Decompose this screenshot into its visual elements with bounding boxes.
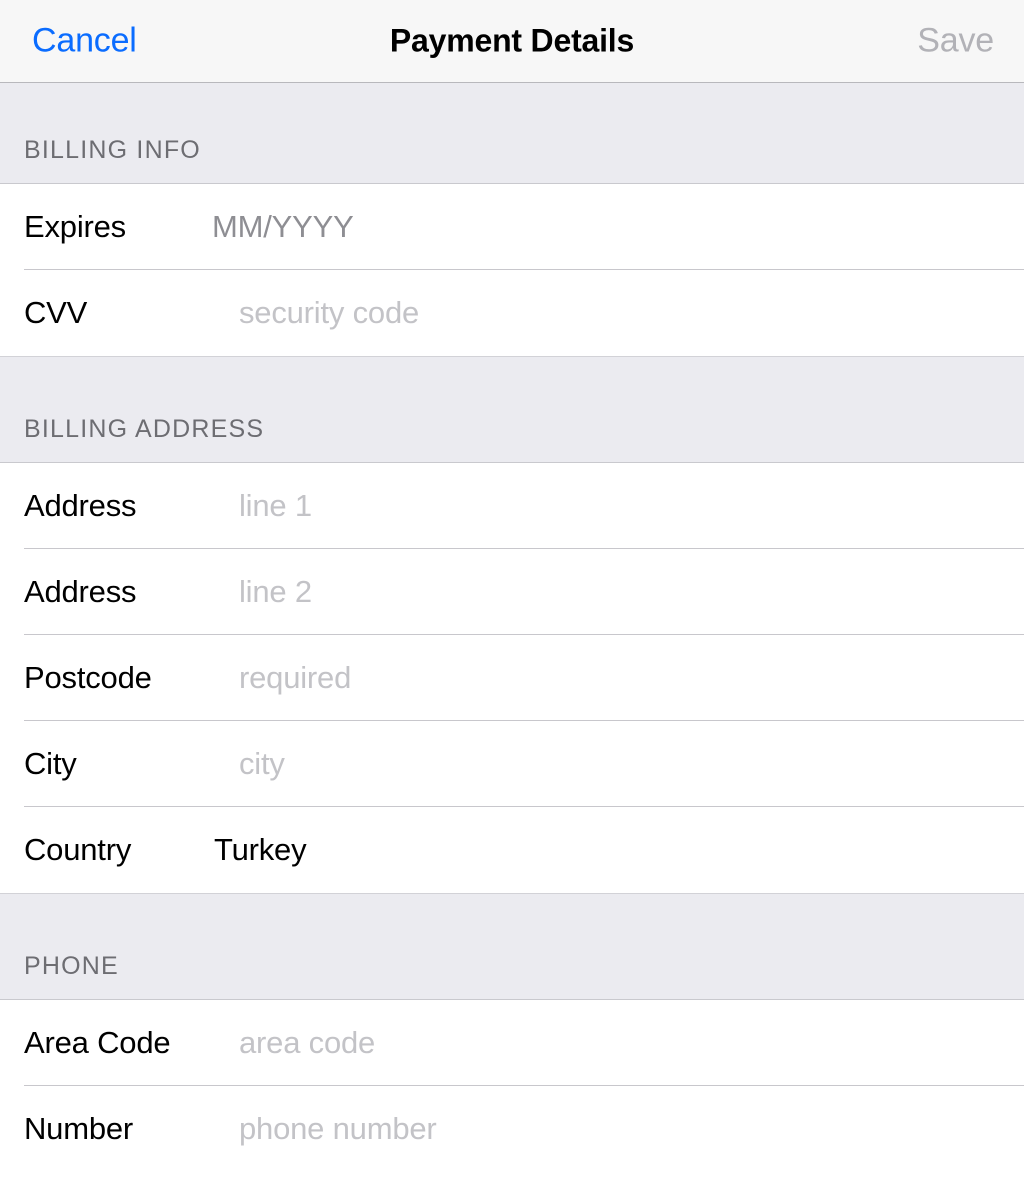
payment-details-form: BILLING INFO Expires MM/YYYY CVV securit… xyxy=(0,83,1024,1172)
row-address-line-1[interactable]: Address line 1 xyxy=(0,463,1024,549)
row-label-address-line-1: Address xyxy=(24,488,137,523)
area-code-input[interactable]: area code xyxy=(239,1025,375,1061)
row-phone-number[interactable]: Number phone number xyxy=(0,1086,1024,1172)
row-label-country: Country xyxy=(24,832,132,867)
save-button[interactable]: Save xyxy=(917,22,994,61)
row-label-address-line-2: Address xyxy=(24,574,137,609)
section-rows-billing-address: Address line 1 Address line 2 Postcode r… xyxy=(0,463,1024,893)
section-rows-billing-info: Expires MM/YYYY CVV security code xyxy=(0,184,1024,356)
navigation-bar: Cancel Payment Details Save xyxy=(0,0,1024,83)
row-label-expires: Expires xyxy=(24,209,126,244)
row-cvv[interactable]: CVV security code xyxy=(0,270,1024,356)
row-label-area-code: Area Code xyxy=(24,1025,171,1060)
section-header-label: BILLING ADDRESS xyxy=(24,415,265,443)
row-area-code[interactable]: Area Code area code xyxy=(0,1000,1024,1086)
section-header-label: PHONE xyxy=(24,952,119,980)
country-value[interactable]: Turkey xyxy=(214,832,307,868)
section-header-phone: PHONE xyxy=(0,893,1024,1000)
row-label-city: City xyxy=(24,746,77,781)
row-country[interactable]: Country Turkey xyxy=(0,807,1024,893)
row-label-phone-number: Number xyxy=(24,1111,134,1146)
section-header-label: BILLING INFO xyxy=(24,136,201,164)
section-header-billing-address: BILLING ADDRESS xyxy=(0,356,1024,463)
cvv-input[interactable]: security code xyxy=(239,295,419,331)
phone-number-input[interactable]: phone number xyxy=(239,1111,437,1147)
page-title: Payment Details xyxy=(389,22,635,59)
expires-input[interactable]: MM/YYYY xyxy=(212,209,354,245)
address-line-1-input[interactable]: line 1 xyxy=(239,488,312,524)
postcode-input[interactable]: required xyxy=(239,660,351,696)
section-rows-phone: Area Code area code Number phone number xyxy=(0,1000,1024,1172)
section-header-billing-info: BILLING INFO xyxy=(0,83,1024,184)
row-address-line-2[interactable]: Address line 2 xyxy=(0,549,1024,635)
row-city[interactable]: City city xyxy=(0,721,1024,807)
city-input[interactable]: city xyxy=(239,746,285,782)
row-postcode[interactable]: Postcode required xyxy=(0,635,1024,721)
row-label-postcode: Postcode xyxy=(24,660,152,695)
row-expires[interactable]: Expires MM/YYYY xyxy=(0,184,1024,270)
address-line-2-input[interactable]: line 2 xyxy=(239,574,312,610)
row-label-cvv: CVV xyxy=(24,295,88,330)
